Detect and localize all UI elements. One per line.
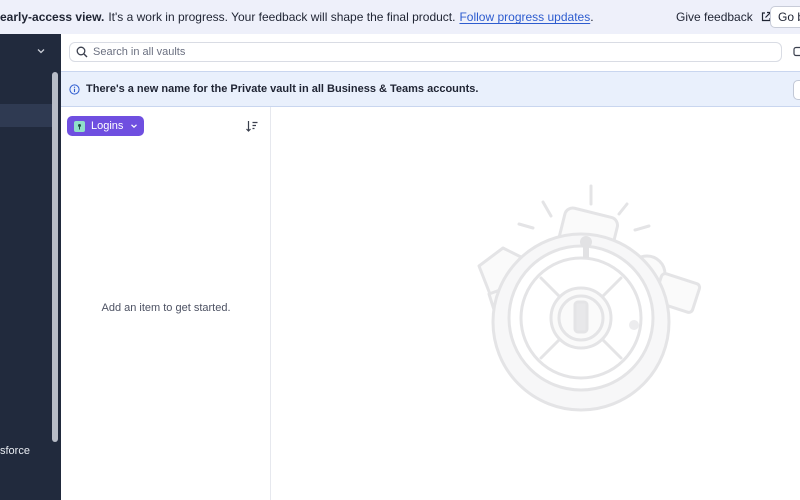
item-detail-pane (271, 107, 800, 500)
sidebar-item-selected[interactable] (0, 104, 52, 127)
sidebar-scrollbar[interactable] (52, 72, 58, 442)
give-feedback-label: Give feedback (676, 10, 753, 24)
notice-action-button[interactable] (793, 80, 800, 100)
early-access-message: early-access view. It's a work in progre… (0, 0, 598, 34)
vault-rename-notice: There's a new name for the Private vault… (61, 71, 800, 107)
info-icon (69, 84, 80, 95)
early-access-title: early-access view. (0, 10, 105, 24)
notice-text: There's a new name for the Private vault… (86, 83, 479, 95)
sort-icon[interactable] (245, 119, 259, 133)
early-access-banner: early-access view. It's a work in progre… (0, 0, 800, 34)
search-box[interactable] (69, 42, 782, 62)
search-bar (61, 34, 800, 71)
vault-illustration (477, 184, 702, 412)
empty-list-message: Add an item to get started. (101, 302, 231, 314)
early-access-text: It's a work in progress. Your feedback w… (108, 10, 456, 24)
banner-punctuation: . (590, 10, 594, 24)
item-list: Logins Add an item to get started. (61, 107, 271, 500)
follow-progress-link[interactable]: Follow progress updates (459, 10, 590, 24)
go-back-button[interactable]: Go ba (770, 6, 800, 28)
chevron-down-icon[interactable] (36, 46, 46, 56)
give-feedback-button[interactable]: Give feedback (676, 0, 772, 34)
category-dropdown[interactable]: Logins (67, 116, 144, 136)
search-icon (76, 46, 88, 58)
sidebar-item-label[interactable]: sforce (0, 445, 30, 457)
sidebar: sforce (0, 34, 61, 500)
login-key-icon (74, 120, 85, 132)
chevron-down-icon (131, 124, 138, 129)
search-input[interactable] (93, 46, 693, 58)
category-label: Logins (91, 120, 124, 132)
toolbar-icon[interactable] (793, 46, 800, 58)
